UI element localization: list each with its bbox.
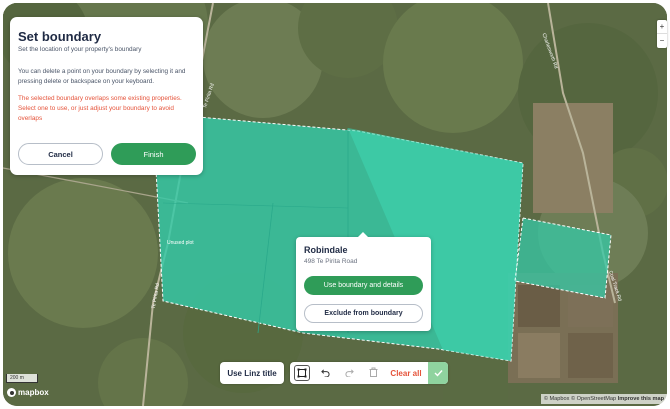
property-address: 498 Te Pirita Road bbox=[304, 258, 358, 265]
draw-tool-button[interactable] bbox=[293, 362, 311, 384]
mapbox-logo-text: mapbox bbox=[18, 388, 49, 397]
use-boundary-button[interactable]: Use boundary and details bbox=[304, 276, 423, 295]
panel-subtitle: Set the location of your property's boun… bbox=[18, 46, 142, 53]
mapbox-logo-icon bbox=[7, 388, 16, 397]
delete-button[interactable] bbox=[364, 362, 382, 384]
zoom-controls: + − bbox=[657, 20, 667, 48]
trash-icon bbox=[369, 364, 378, 382]
use-linz-title-button[interactable]: Use Linz title bbox=[220, 362, 284, 384]
check-icon bbox=[434, 364, 443, 382]
zoom-in-button[interactable]: + bbox=[657, 20, 667, 34]
attribution-text[interactable]: © Mapbox © OpenStreetMap bbox=[544, 396, 616, 402]
draw-polygon-icon bbox=[294, 365, 310, 381]
clear-all-button[interactable]: Clear all bbox=[387, 362, 425, 384]
finish-button[interactable]: Finish bbox=[111, 143, 196, 165]
map-attribution: © Mapbox © OpenStreetMap Improve this ma… bbox=[540, 394, 667, 404]
improve-map-link[interactable]: Improve this map bbox=[618, 396, 664, 402]
unused-plot-label: Unused plot bbox=[167, 240, 194, 246]
drawing-toolbar: Clear all bbox=[290, 362, 448, 384]
confirm-button[interactable] bbox=[428, 362, 448, 384]
exclude-boundary-button[interactable]: Exclude from boundary bbox=[304, 304, 423, 323]
redo-button[interactable] bbox=[340, 362, 358, 384]
undo-button[interactable] bbox=[316, 362, 334, 384]
redo-icon bbox=[344, 364, 354, 382]
undo-icon bbox=[320, 364, 330, 382]
zoom-out-button[interactable]: − bbox=[657, 34, 667, 48]
overlap-warning: The selected boundary overlaps some exis… bbox=[18, 95, 182, 122]
property-popup: Robindale 498 Te Pirita Road Use boundar… bbox=[296, 232, 431, 331]
set-boundary-panel: Set boundary Set the location of your pr… bbox=[10, 17, 203, 175]
cancel-button[interactable]: Cancel bbox=[18, 143, 103, 165]
panel-info-text: You can delete a point on your boundary … bbox=[18, 68, 186, 85]
mapbox-logo: mapbox bbox=[7, 388, 49, 397]
panel-title: Set boundary bbox=[18, 29, 102, 44]
property-name: Robindale bbox=[304, 245, 348, 255]
map-scale: 200 m bbox=[6, 374, 38, 383]
